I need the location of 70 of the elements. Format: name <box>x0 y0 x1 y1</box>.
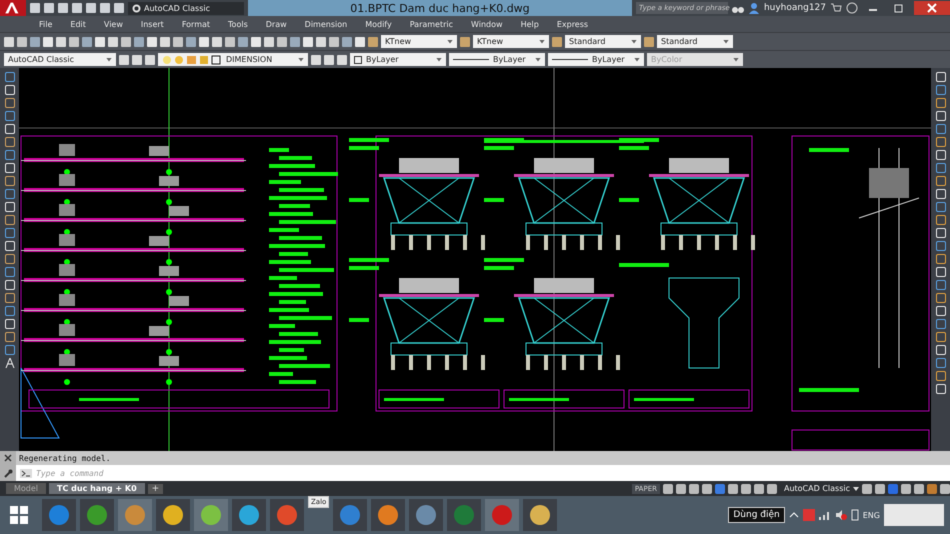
style-dropdown[interactable]: KTnew <box>473 35 549 48</box>
menu-item[interactable]: Parametric <box>400 20 462 28</box>
add-layout-button[interactable]: + <box>148 484 164 494</box>
style-dropdown[interactable]: Standard <box>565 35 641 48</box>
property-dropdown[interactable]: ByLayer <box>548 53 644 66</box>
signal-icon[interactable] <box>818 510 831 520</box>
command-history-line: Regenerating model. <box>18 452 112 465</box>
caret-icon[interactable] <box>853 486 859 490</box>
settings-icon[interactable] <box>119 54 129 64</box>
language-indicator[interactable]: ENG <box>862 510 880 520</box>
status-icon[interactable] <box>702 484 712 494</box>
style-icon[interactable] <box>368 36 378 46</box>
taskbar-app-icon[interactable] <box>333 499 368 531</box>
status-icon[interactable] <box>688 484 699 494</box>
layer-icon[interactable] <box>145 54 155 64</box>
menu-item[interactable]: Modify <box>356 20 401 28</box>
command-prompt-icon[interactable] <box>20 468 32 478</box>
menu-item[interactable]: Express <box>548 20 598 28</box>
workspace-dropdown[interactable]: AutoCAD Classic <box>4 53 116 66</box>
taskbar-app-icon[interactable] <box>270 499 304 531</box>
menu-item[interactable]: Help <box>512 20 548 28</box>
text-tool-icon[interactable] <box>4 358 14 368</box>
style-icon[interactable] <box>644 36 654 46</box>
speaker-muted-icon[interactable] <box>834 509 847 521</box>
property-dropdown[interactable]: ByLayer <box>449 53 545 66</box>
workspace-dropdown[interactable]: AutoCAD Classic <box>128 2 244 14</box>
status-icon[interactable] <box>728 484 738 494</box>
status-icon[interactable] <box>754 484 764 494</box>
taskbar-app-icon[interactable] <box>80 499 114 531</box>
status-icon[interactable] <box>740 484 751 494</box>
window-title: 01.BPTC Dam duc hang+K0.dwg <box>248 0 632 16</box>
menu-item[interactable]: Tools <box>219 20 257 28</box>
battery-icon[interactable] <box>850 509 859 521</box>
status-icon[interactable] <box>662 484 673 494</box>
menu-item[interactable]: Dimension <box>296 20 356 28</box>
close-icon[interactable] <box>4 454 12 462</box>
layout-tab[interactable]: TC duc hang + K0 <box>49 483 145 494</box>
status-icon[interactable] <box>766 484 777 494</box>
close-button[interactable] <box>914 1 950 15</box>
close-icon <box>927 3 937 13</box>
menu-item[interactable]: Window <box>462 20 512 28</box>
style-icon[interactable] <box>552 36 562 46</box>
menu-item[interactable]: File <box>30 20 62 28</box>
layer-dropdown[interactable]: DIMENSION <box>158 53 308 66</box>
cart-icon[interactable] <box>830 2 842 14</box>
restore-icon <box>894 3 904 13</box>
taskbar-app-icon[interactable] <box>371 499 406 531</box>
caret-icon[interactable] <box>788 510 799 520</box>
menu-item[interactable]: Edit <box>61 20 95 28</box>
menu-item[interactable]: Draw <box>256 20 296 28</box>
layer-state-icon <box>162 54 222 64</box>
style-dropdown[interactable]: KTnew <box>381 35 457 48</box>
menu-item[interactable]: Insert <box>132 20 173 28</box>
workspace-switch-button[interactable]: AutoCAD Classic <box>780 484 850 493</box>
taskbar-app-icon[interactable] <box>523 499 558 531</box>
user-icon[interactable] <box>748 2 760 14</box>
taskbar-app-icon[interactable] <box>156 499 190 531</box>
status-icon[interactable] <box>714 484 725 494</box>
user-name[interactable]: huyhoang127 <box>764 3 826 13</box>
style-dropdown[interactable]: Standard <box>657 35 733 48</box>
menu-item[interactable]: View <box>94 20 132 28</box>
status-icon[interactable] <box>676 484 686 494</box>
wrench-icon[interactable] <box>4 468 12 478</box>
application-logo-icon[interactable] <box>0 0 26 16</box>
property-dropdown[interactable]: ByLayer <box>350 53 446 66</box>
taskbar-app-icon[interactable] <box>232 499 266 531</box>
menu-item[interactable]: Format <box>172 20 220 28</box>
taskbar-app-icon[interactable] <box>409 499 444 531</box>
tooltip: Dùng điện <box>728 507 785 523</box>
style-icon[interactable] <box>460 36 470 46</box>
